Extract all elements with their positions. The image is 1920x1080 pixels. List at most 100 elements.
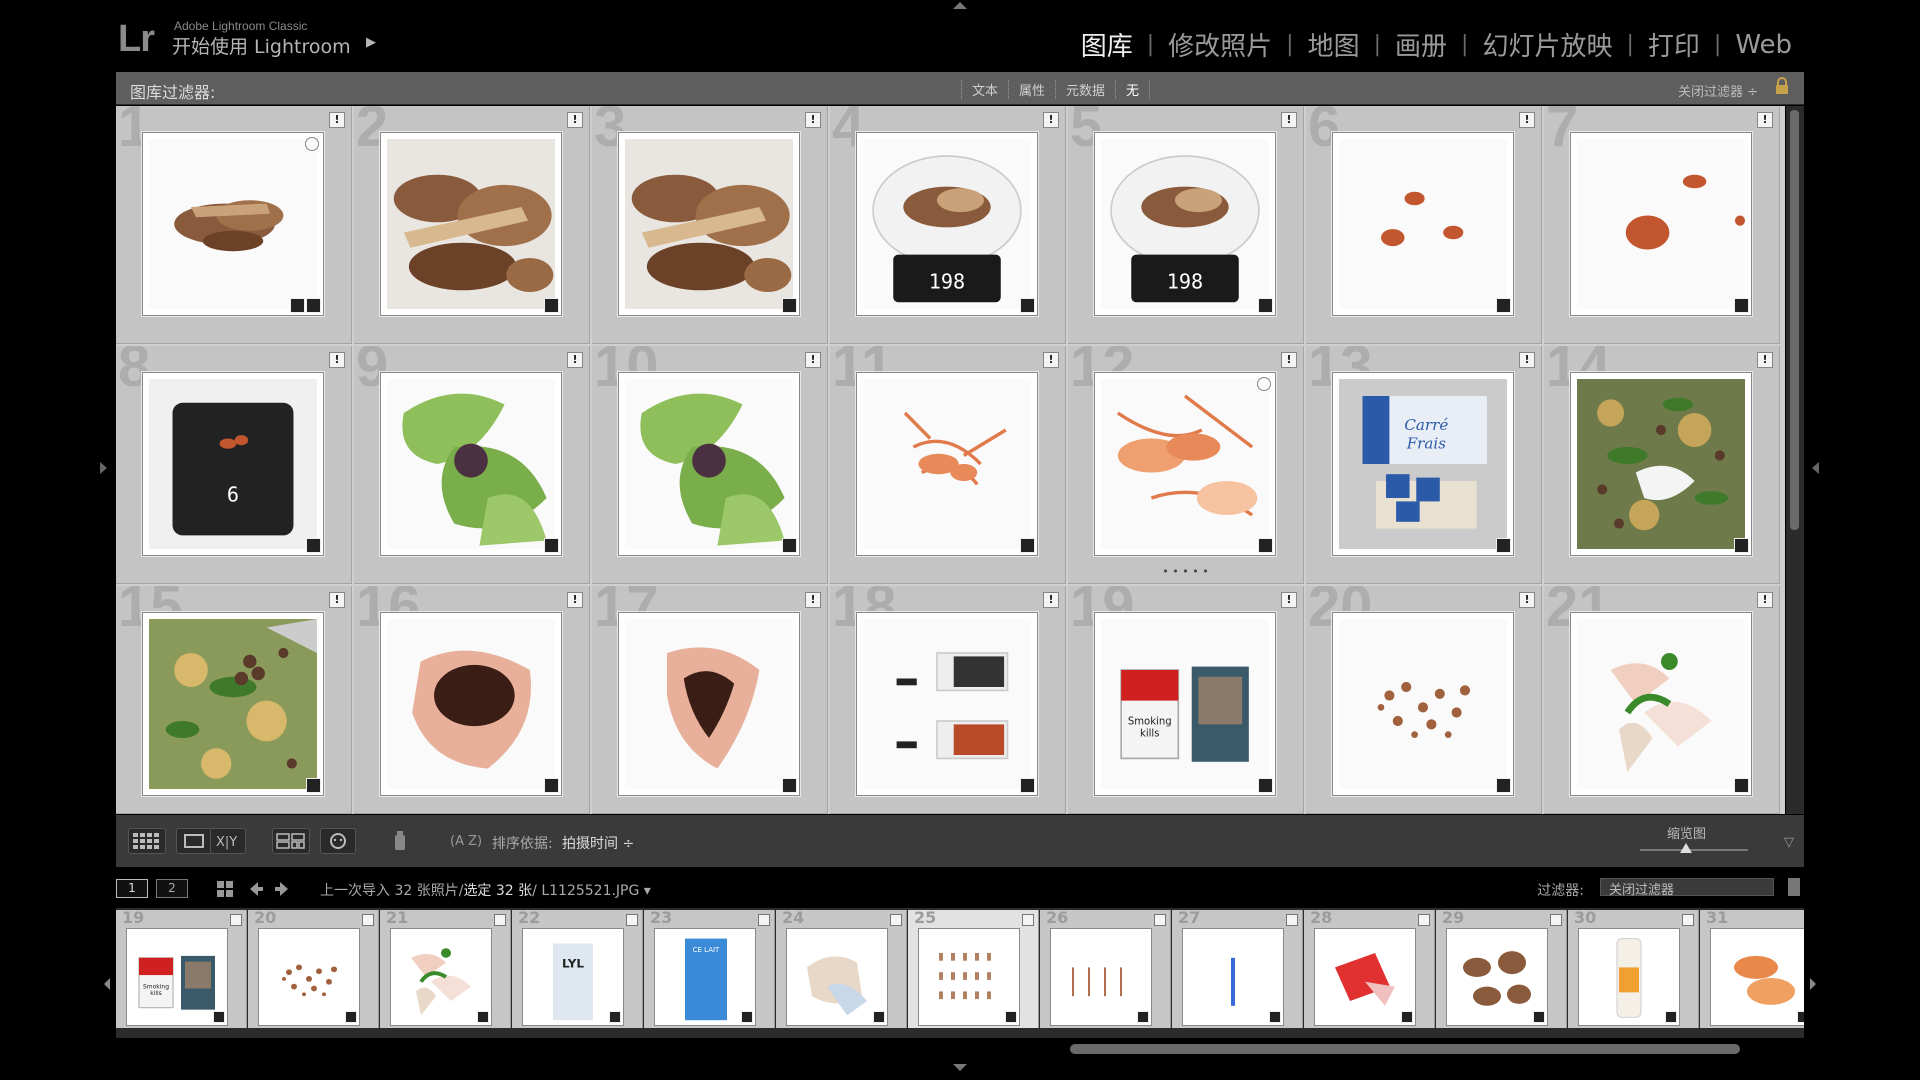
module-tab-4[interactable]: 幻灯片放映 bbox=[1468, 26, 1626, 63]
develop-adjustment-badge-icon[interactable] bbox=[1020, 298, 1035, 313]
flag-icon[interactable]: ! bbox=[1281, 112, 1297, 128]
thumbnail-frame[interactable]: 6 bbox=[142, 372, 324, 556]
thumbnail-frame[interactable]: 198 bbox=[856, 132, 1038, 316]
thumbnail-frame[interactable] bbox=[1570, 372, 1752, 556]
photo-thumbnail[interactable] bbox=[1339, 619, 1507, 789]
thumbnail-frame[interactable] bbox=[1094, 372, 1276, 556]
photo-thumbnail[interactable]: 6 bbox=[149, 379, 317, 549]
sort-direction-button[interactable]: (A Z) bbox=[446, 828, 482, 852]
filmstrip-source-info[interactable]: 上一次导入 32 张照片/选定 32 张/ L1125521.JPG ▾ bbox=[320, 880, 651, 900]
people-view-button[interactable] bbox=[320, 828, 356, 854]
filmstrip-cell[interactable]: 23 CE LAIT bbox=[644, 908, 775, 1028]
quick-collection-circle-icon[interactable] bbox=[305, 137, 319, 151]
develop-adjustment-badge-icon[interactable] bbox=[1258, 538, 1273, 553]
photo-thumbnail[interactable]: Carré Frais bbox=[1339, 379, 1507, 549]
flag-icon[interactable] bbox=[626, 914, 638, 926]
flag-icon[interactable]: ! bbox=[1519, 112, 1535, 128]
thumbnail-size-slider[interactable] bbox=[1640, 849, 1748, 851]
thumbnail-frame[interactable]: 198 bbox=[1094, 132, 1276, 316]
filmstrip-cell[interactable]: 25 bbox=[908, 908, 1039, 1028]
grid-cell[interactable]: 8! 6 bbox=[116, 346, 352, 584]
flag-icon[interactable]: ! bbox=[1043, 592, 1059, 608]
grid-cell[interactable]: 10! bbox=[592, 346, 828, 584]
grid-scrollbar-thumb[interactable] bbox=[1790, 110, 1799, 530]
grid-cell[interactable]: 7! bbox=[1544, 106, 1780, 344]
next-arrow-icon[interactable] bbox=[274, 880, 292, 898]
flag-icon[interactable]: ! bbox=[1281, 352, 1297, 368]
photo-thumbnail[interactable] bbox=[149, 139, 317, 309]
photo-thumbnail[interactable] bbox=[387, 139, 555, 309]
grid-cell[interactable]: 14! bbox=[1544, 346, 1780, 584]
photo-thumbnail[interactable]: 198 bbox=[1101, 139, 1269, 309]
filmstrip-cell[interactable]: 21 bbox=[380, 908, 511, 1028]
flag-icon[interactable]: ! bbox=[1519, 352, 1535, 368]
develop-adjustment-badge-icon[interactable] bbox=[1797, 1011, 1804, 1023]
develop-adjustment-badge-icon[interactable] bbox=[1496, 538, 1511, 553]
top-panel-collapse-icon[interactable] bbox=[953, 2, 967, 9]
photo-thumbnail[interactable] bbox=[1577, 379, 1745, 549]
module-tab-6[interactable]: Web bbox=[1721, 30, 1806, 60]
filmstrip-thumbnail[interactable] bbox=[1314, 928, 1416, 1026]
develop-adjustment-badge-icon[interactable] bbox=[1020, 538, 1035, 553]
flag-icon[interactable] bbox=[1022, 914, 1034, 926]
develop-adjustment-badge-icon[interactable] bbox=[213, 1011, 225, 1023]
develop-adjustment-badge-icon[interactable] bbox=[477, 1011, 489, 1023]
filmstrip-right-arrow-icon[interactable] bbox=[1810, 978, 1816, 990]
develop-adjustment-badge-icon[interactable] bbox=[1533, 1011, 1545, 1023]
filmstrip-thumbnail[interactable] bbox=[918, 928, 1020, 1026]
grid-cell[interactable]: 5! 198 bbox=[1068, 106, 1304, 344]
stack-indicator[interactable]: • • • • • bbox=[1074, 565, 1297, 579]
develop-adjustment-badge-icon[interactable] bbox=[1401, 1011, 1413, 1023]
grid-cell[interactable]: 15! bbox=[116, 586, 352, 814]
grid-view-small-icon[interactable] bbox=[216, 880, 234, 898]
grid-cell[interactable]: 6! bbox=[1306, 106, 1542, 344]
flag-icon[interactable] bbox=[1286, 914, 1298, 926]
develop-adjustment-badge-icon[interactable] bbox=[782, 298, 797, 313]
filmstrip-left-arrow-icon[interactable] bbox=[104, 978, 110, 990]
module-tab-1[interactable]: 修改照片 bbox=[1154, 26, 1286, 63]
grid-cell[interactable]: 11! bbox=[830, 346, 1066, 584]
thumbnail-frame[interactable] bbox=[380, 372, 562, 556]
sort-criteria-dropdown[interactable]: 拍摄时间 ÷ bbox=[562, 833, 634, 853]
grid-cell[interactable]: 21! bbox=[1544, 586, 1780, 814]
filmstrip-cell[interactable]: 19 Smoking kills bbox=[116, 908, 247, 1028]
flag-icon[interactable] bbox=[1682, 914, 1694, 926]
flag-icon[interactable] bbox=[494, 914, 506, 926]
grid-cell[interactable]: 4! 198 bbox=[830, 106, 1066, 344]
filmstrip-cell[interactable]: 20 bbox=[248, 908, 379, 1028]
survey-view-button[interactable] bbox=[272, 828, 310, 854]
flag-icon[interactable]: ! bbox=[1757, 352, 1773, 368]
flag-icon[interactable]: ! bbox=[1757, 592, 1773, 608]
filmstrip-thumbnail[interactable] bbox=[390, 928, 492, 1026]
thumbnail-frame[interactable] bbox=[856, 372, 1038, 556]
develop-adjustment-badge-icon[interactable] bbox=[306, 298, 321, 313]
grid-cell[interactable]: 12!• • • • • bbox=[1068, 346, 1304, 584]
develop-adjustment-badge-icon[interactable] bbox=[1734, 538, 1749, 553]
thumbnail-size-slider-knob[interactable] bbox=[1680, 843, 1692, 853]
filmstrip-cell[interactable]: 30 bbox=[1568, 908, 1699, 1028]
flag-icon[interactable]: ! bbox=[1281, 592, 1297, 608]
previous-arrow-icon[interactable] bbox=[246, 880, 264, 898]
photo-thumbnail[interactable] bbox=[625, 139, 793, 309]
photo-thumbnail[interactable] bbox=[1101, 379, 1269, 549]
grid-view-button[interactable] bbox=[128, 828, 166, 854]
photo-thumbnail[interactable]: Smoking kills bbox=[1101, 619, 1269, 789]
grid-cell[interactable]: 16! bbox=[354, 586, 590, 814]
grid-cell[interactable]: 2! bbox=[354, 106, 590, 344]
grid-cell[interactable]: 1! bbox=[116, 106, 352, 344]
flag-icon[interactable]: ! bbox=[329, 352, 345, 368]
flag-icon[interactable] bbox=[1154, 914, 1166, 926]
right-panel-expand-icon[interactable] bbox=[1812, 462, 1819, 474]
develop-adjustment-badge-icon[interactable] bbox=[741, 1011, 753, 1023]
thumbnail-frame[interactable] bbox=[380, 132, 562, 316]
module-tab-3[interactable]: 画册 bbox=[1381, 26, 1461, 63]
identity-plate-title[interactable]: 开始使用 Lightroom bbox=[172, 32, 351, 59]
thumbnail-frame[interactable]: Carré Frais bbox=[1332, 372, 1514, 556]
lock-icon[interactable] bbox=[1774, 77, 1790, 95]
photo-thumbnail[interactable] bbox=[387, 619, 555, 789]
develop-adjustment-badge-icon[interactable] bbox=[1734, 778, 1749, 793]
photo-thumbnail[interactable]: 198 bbox=[863, 139, 1031, 309]
grid-cell[interactable]: 17! bbox=[592, 586, 828, 814]
thumbnail-frame[interactable] bbox=[142, 612, 324, 796]
thumbnail-frame[interactable] bbox=[1570, 612, 1752, 796]
